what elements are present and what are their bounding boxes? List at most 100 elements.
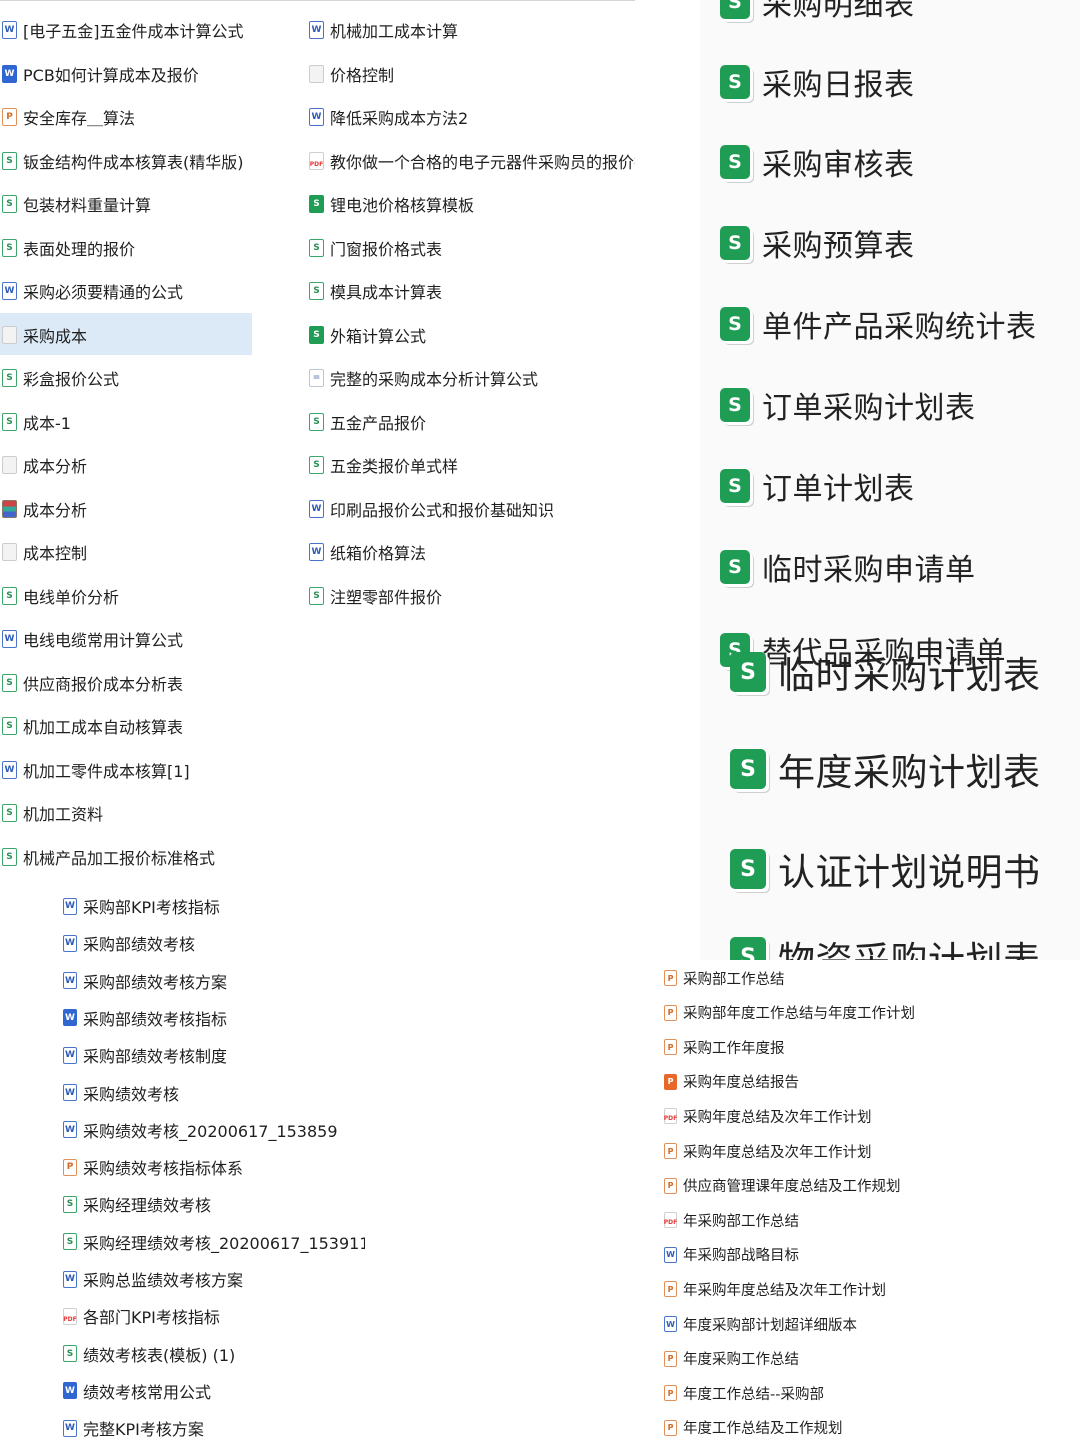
- word-icon: W: [2, 282, 17, 300]
- file-item-kpi[interactable]: W 采购部KPI考核指标: [63, 893, 220, 924]
- file-item-a-left[interactable]: W 采购必须要精通的公式: [2, 271, 183, 311]
- file-item-a-left[interactable]: P 安全库存＿算法: [2, 97, 135, 137]
- file-item-summary[interactable]: P 年度工作总结--采购部: [664, 1376, 824, 1410]
- file-item-kpi[interactable]: W 采购绩效考核_20200617_153859: [63, 1112, 338, 1148]
- file-item-summary[interactable]: P 采购工作年度报: [664, 1030, 785, 1064]
- file-item-a-left[interactable]: 成本控制: [2, 532, 87, 572]
- file-item-kpi[interactable]: W 采购部绩效考核: [63, 925, 195, 961]
- file-item-a-right[interactable]: W 机械加工成本计算: [309, 10, 458, 50]
- file-item-summary[interactable]: P 采购年度总结及次年工作计划: [664, 1134, 872, 1168]
- file-name-label: 完整的采购成本分析计算公式: [330, 370, 539, 389]
- file-item-kpi[interactable]: S 采购经理绩效考核_20200617_153911: [63, 1224, 365, 1260]
- file-item-a-left[interactable]: S 表面处理的报价: [2, 228, 135, 268]
- file-item-a-right[interactable]: W 纸箱价格算法: [309, 532, 426, 572]
- word-solid-icon: W: [63, 1009, 77, 1027]
- file-item-a-right[interactable]: S 门窗报价格式表: [309, 228, 442, 268]
- file-item-a-right[interactable]: S 五金类报价单式样: [309, 445, 458, 485]
- file-item-a-left[interactable]: W 电线电缆常用计算公式: [2, 619, 183, 659]
- file-item-a-right[interactable]: S 注塑零部件报价: [309, 576, 442, 616]
- large-file-item[interactable]: S 临时采购计划表: [730, 645, 1041, 699]
- file-item-a-right[interactable]: = 完整的采购成本分析计算公式: [309, 358, 538, 398]
- file-name-label: 五金类报价单式样: [330, 457, 459, 476]
- file-item-summary[interactable]: PDF 采购年度总结及次年工作计划: [664, 1099, 872, 1133]
- file-item-a-left[interactable]: S 成本-1: [2, 402, 71, 442]
- file-item-a-left[interactable]: S 包装材料重量计算: [2, 184, 151, 224]
- file-name-label: 供应商报价成本分析表: [23, 674, 184, 694]
- file-item-summary[interactable]: W 年采购部战略目标: [664, 1238, 799, 1272]
- file-item-a-left[interactable]: 成本分析: [2, 445, 87, 485]
- large-file-item[interactable]: S 采购预算表: [720, 221, 915, 265]
- word-icon: W: [309, 21, 324, 39]
- file-item-summary[interactable]: P 采购部年度工作总结与年度工作计划: [664, 996, 915, 1030]
- file-item-kpi[interactable]: W 采购部绩效考核方案: [63, 963, 227, 999]
- file-item-a-left[interactable]: S 机加工成本自动核算表: [2, 706, 183, 746]
- file-item-kpi[interactable]: S 采购经理绩效考核: [63, 1186, 211, 1222]
- ppt-icon: P: [664, 1350, 677, 1367]
- large-file-item[interactable]: S 单件产品采购统计表: [720, 302, 1037, 346]
- file-name-label: 包装材料重量计算: [23, 196, 152, 215]
- file-item-kpi[interactable]: W 采购部绩效考核制度: [63, 1037, 227, 1073]
- file-name-label: 采购总监绩效考核方案: [83, 1271, 244, 1290]
- file-item-a-right[interactable]: PDF 教你做一个合格的电子元器件采购员的报价技巧: [309, 141, 635, 181]
- large-file-item[interactable]: S 年度采购计划表: [730, 742, 1041, 796]
- file-name-label: 成本分析: [23, 500, 88, 520]
- file-item-a-left[interactable]: S 机械产品加工报价标准格式: [2, 837, 215, 877]
- sheet-icon: S: [720, 145, 750, 179]
- sheet-icon: S: [720, 65, 750, 99]
- file-name-label: 绩效考核常用公式: [83, 1382, 212, 1402]
- large-file-item[interactable]: S 采购审核表: [720, 140, 915, 184]
- large-file-item[interactable]: S 采购明细表: [720, 0, 915, 24]
- file-item-kpi[interactable]: W 完整KPI考核方案: [63, 1410, 204, 1440]
- file-name-label: 订单计划表: [762, 472, 915, 507]
- large-file-item[interactable]: S 订单计划表: [720, 464, 915, 508]
- file-name-label: 采购年度总结及次年工作计划: [683, 1109, 872, 1126]
- file-item-summary[interactable]: P 年度工作总结及工作规划: [664, 1411, 843, 1440]
- file-item-kpi[interactable]: S 绩效考核表(模板) (1): [63, 1336, 235, 1372]
- file-item-a-left[interactable]: W [电子五金]五金件成本计算公式: [2, 10, 244, 50]
- file-item-a-right[interactable]: 价格控制: [309, 54, 394, 94]
- file-name-label: 采购年度总结及次年工作计划: [683, 1144, 872, 1161]
- file-item-summary[interactable]: P 采购部工作总结: [664, 961, 785, 995]
- file-item-a-right[interactable]: S 外箱计算公式: [309, 315, 426, 355]
- file-name-label: 单件产品采购统计表: [762, 310, 1037, 345]
- file-item-a-left[interactable]: 成本分析: [2, 489, 87, 529]
- file-item-kpi[interactable]: P 采购绩效考核指标体系: [63, 1149, 243, 1185]
- file-name-label: 机加工成本自动核算表: [23, 718, 184, 737]
- file-item-kpi[interactable]: W 采购部绩效考核指标: [63, 1000, 227, 1036]
- file-item-summary[interactable]: P 年采购年度总结及次年工作计划: [664, 1272, 886, 1306]
- file-item-summary[interactable]: P 年度采购工作总结: [664, 1342, 799, 1376]
- file-item-summary[interactable]: P 供应商管理课年度总结及工作规划: [664, 1169, 901, 1203]
- file-item-kpi[interactable]: PDF 各部门KPI考核指标: [63, 1298, 220, 1334]
- large-file-item[interactable]: S 认证计划说明书: [730, 842, 1041, 896]
- file-item-a-right[interactable]: S 锂电池价格核算模板: [309, 184, 474, 224]
- file-name-label: 安全库存＿算法: [23, 109, 136, 128]
- file-item-a-left[interactable]: W 机加工零件成本核算[1]: [2, 750, 190, 790]
- file-item-summary[interactable]: W 年度采购部计划超详细版本: [664, 1307, 857, 1341]
- file-item-summary[interactable]: PDF 年采购部工作总结: [664, 1203, 799, 1237]
- file-item-a-left[interactable]: S 彩盒报价公式: [2, 358, 119, 398]
- file-item-a-left[interactable]: S 供应商报价成本分析表: [2, 663, 183, 703]
- file-item-a-right[interactable]: W 印刷品报价公式和报价基础知识: [309, 489, 554, 529]
- sheet-icon: S: [730, 652, 766, 692]
- file-item-a-left[interactable]: 采购成本: [2, 315, 87, 355]
- word-icon: W: [309, 108, 324, 126]
- large-file-item[interactable]: S 物资采购计划表: [730, 930, 1041, 960]
- file-name-label: 年度工作总结--采购部: [683, 1386, 824, 1403]
- file-item-kpi[interactable]: W 绩效考核常用公式: [63, 1373, 211, 1409]
- file-item-a-left[interactable]: S 钣金结构件成本核算表(精华版): [2, 141, 244, 181]
- large-file-item[interactable]: S 采购日报表: [720, 60, 915, 104]
- file-item-a-right[interactable]: S 五金产品报价: [309, 402, 426, 442]
- large-file-item[interactable]: S 临时采购申请单: [720, 545, 976, 589]
- large-file-item[interactable]: S 订单采购计划表: [720, 383, 976, 427]
- file-item-kpi[interactable]: W 采购绩效考核: [63, 1075, 179, 1111]
- file-item-a-left[interactable]: W PCB如何计算成本及报价: [2, 54, 199, 94]
- file-item-a-right[interactable]: W 降低采购成本方法2: [309, 97, 468, 137]
- sheet-icon: S: [2, 369, 17, 387]
- file-name-label: 临时采购计划表: [778, 654, 1041, 697]
- file-item-a-left[interactable]: S 电线单价分析: [2, 576, 119, 616]
- file-name-label: 机械产品加工报价标准格式: [23, 848, 216, 868]
- file-item-a-right[interactable]: S 模具成本计算表: [309, 271, 442, 311]
- file-item-a-left[interactable]: S 机加工资料: [2, 793, 103, 833]
- file-item-summary[interactable]: P 采购年度总结报告: [664, 1065, 799, 1099]
- file-item-kpi[interactable]: W 采购总监绩效考核方案: [63, 1261, 243, 1297]
